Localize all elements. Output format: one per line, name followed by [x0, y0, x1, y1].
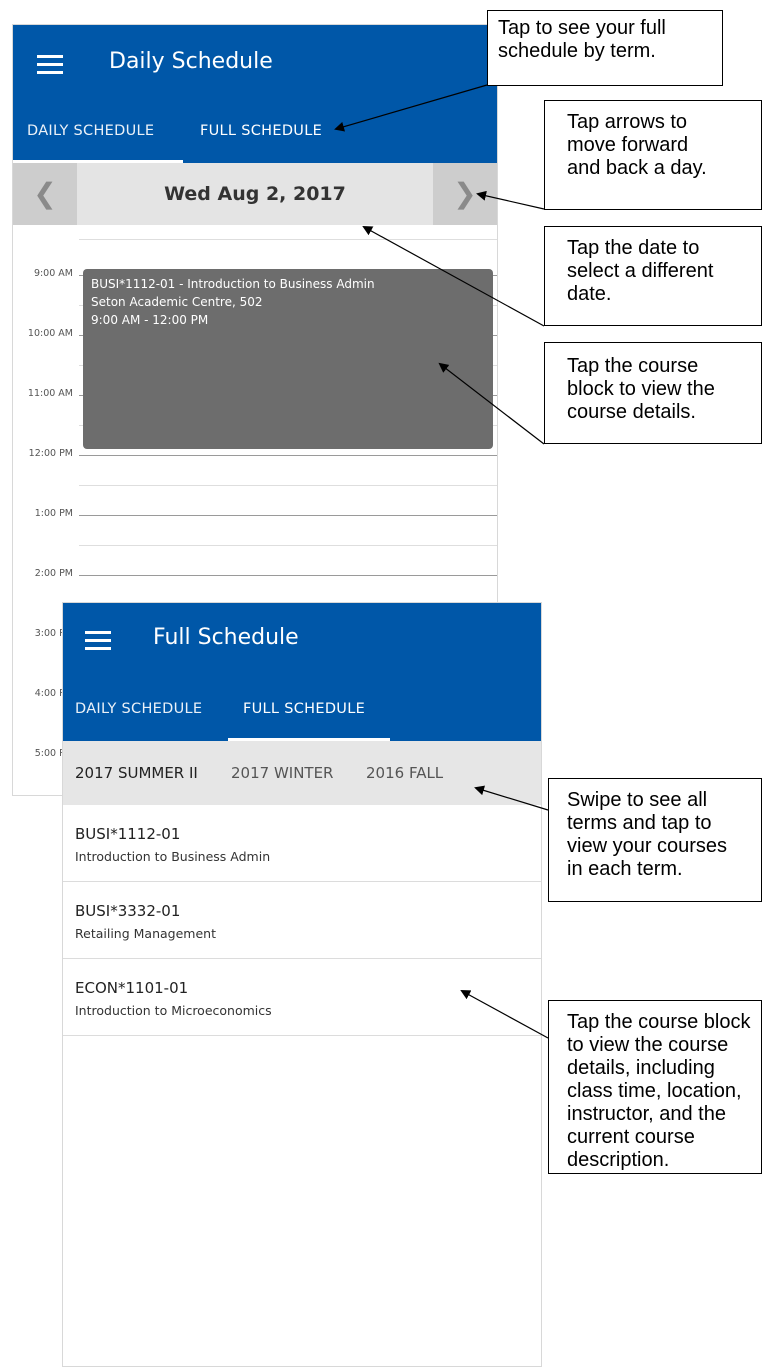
arrow-to-course-block — [438, 362, 545, 445]
arrow-to-course-list — [460, 990, 549, 1039]
annotation-arrows — [334, 84, 549, 1039]
arrow-to-date — [362, 226, 545, 327]
arrow-to-terms — [474, 785, 549, 811]
arrow-to-full-schedule-tab — [334, 84, 488, 132]
arrow-to-next-day — [476, 190, 545, 210]
